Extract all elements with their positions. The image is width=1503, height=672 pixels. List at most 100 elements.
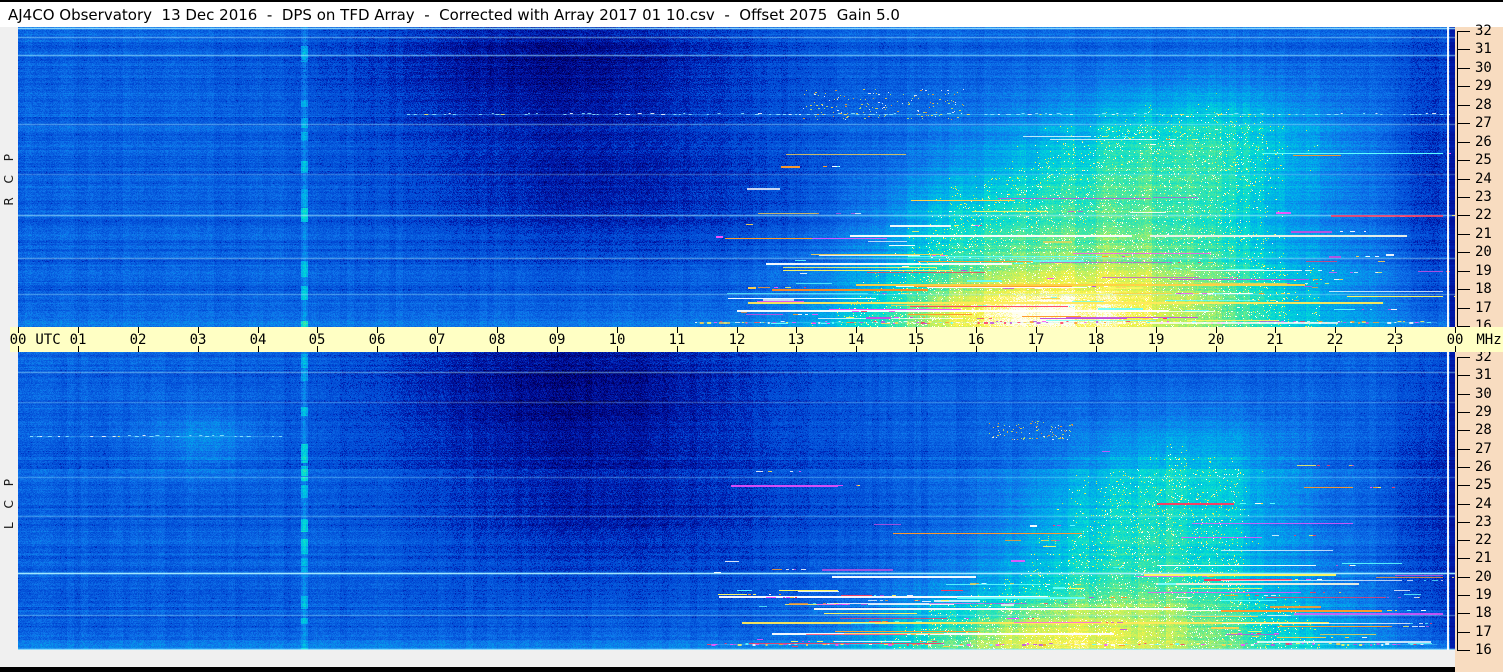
polarization-label-lcp: L C P — [0, 352, 18, 650]
lcp-label-text: L C P — [2, 473, 16, 529]
hour-label: 02 — [129, 332, 147, 348]
freq-tick — [1457, 412, 1470, 413]
hour-label: 22 — [1326, 332, 1344, 348]
freq-tick — [1457, 142, 1470, 143]
freq-tick-label: 26 — [1475, 459, 1492, 475]
freq-tick — [1457, 595, 1470, 596]
hour-label: 15 — [907, 332, 925, 348]
freq-tick — [1457, 68, 1470, 69]
rcp-spectrogram-heatmap — [18, 27, 1455, 327]
hour-label: 18 — [1087, 332, 1105, 348]
hour-label: 06 — [368, 332, 386, 348]
freq-tick-label: 20 — [1475, 569, 1492, 585]
freq-tick-label: 20 — [1475, 244, 1492, 260]
freq-tick-label: 22 — [1475, 532, 1492, 548]
freq-tick-label: 19 — [1475, 263, 1492, 279]
freq-tick — [1457, 179, 1470, 180]
hour-label: 17 — [1027, 332, 1045, 348]
freq-tick — [1457, 430, 1470, 431]
freq-tick — [1457, 394, 1470, 395]
bottom-margin — [0, 650, 1455, 667]
freq-tick — [1457, 252, 1470, 253]
freq-tick-label: 28 — [1475, 97, 1492, 113]
freq-tick-label: 23 — [1475, 189, 1492, 205]
freq-tick-label: 22 — [1475, 207, 1492, 223]
freq-tick-label: 29 — [1475, 78, 1492, 94]
hour-label: 00 — [1446, 332, 1464, 348]
bottom-border-bar — [0, 667, 1455, 672]
freq-tick — [1457, 234, 1470, 235]
hour-label: 10 — [608, 332, 626, 348]
hour-label: 03 — [189, 332, 207, 348]
freq-tick — [1457, 197, 1470, 198]
freq-tick — [1457, 577, 1470, 578]
freq-tick — [1457, 485, 1470, 486]
freq-tick-label: 24 — [1475, 171, 1492, 187]
freq-tick — [1457, 31, 1470, 32]
hour-label: 11 — [668, 332, 686, 348]
hour-label: 13 — [787, 332, 805, 348]
hour-label: 05 — [308, 332, 326, 348]
spectrograph-page: AJ4CO Observatory 13 Dec 2016 - DPS on T… — [0, 0, 1503, 672]
freq-tick-label: 24 — [1475, 496, 1492, 512]
freq-tick — [1457, 504, 1470, 505]
hour-label: 09 — [548, 332, 566, 348]
freq-tick — [1457, 86, 1470, 87]
freq-tick — [1457, 632, 1470, 633]
rcp-label-text: R C P — [2, 148, 16, 206]
freq-tick-label: 19 — [1475, 587, 1492, 603]
title-bar: AJ4CO Observatory 13 Dec 2016 - DPS on T… — [0, 0, 1503, 27]
hour-label: 14 — [847, 332, 865, 348]
freq-tick — [1457, 271, 1470, 272]
freq-tick — [1457, 308, 1470, 309]
freq-tick — [1457, 160, 1470, 161]
hour-label: 23 — [1386, 332, 1404, 348]
freq-tick-label: 16 — [1475, 642, 1492, 658]
freq-tick-label: 32 — [1475, 349, 1492, 365]
freq-tick-label: 25 — [1475, 477, 1492, 493]
hour-label: 19 — [1147, 332, 1165, 348]
freq-tick-label: 18 — [1475, 605, 1492, 621]
freq-tick-label: 17 — [1475, 300, 1492, 316]
observation-title: AJ4CO Observatory 13 Dec 2016 - DPS on T… — [8, 5, 900, 24]
freq-tick — [1457, 357, 1470, 358]
freq-tick — [1457, 558, 1470, 559]
freq-tick — [1457, 522, 1470, 523]
freq-tick-label: 21 — [1475, 226, 1492, 242]
freq-tick-label: 26 — [1475, 134, 1492, 150]
hour-label: 08 — [488, 332, 506, 348]
freq-tick-label: 32 — [1475, 23, 1492, 39]
freq-tick — [1457, 375, 1470, 376]
hour-label: 20 — [1207, 332, 1225, 348]
hour-label: 12 — [728, 332, 746, 348]
freq-tick — [1457, 289, 1470, 290]
freq-tick-label: 17 — [1475, 624, 1492, 640]
hour-label: 04 — [249, 332, 267, 348]
hour-label: 01 — [69, 332, 87, 348]
freq-tick-label: 30 — [1475, 386, 1492, 402]
freq-tick-label: 27 — [1475, 115, 1492, 131]
freq-tick-label: 23 — [1475, 514, 1492, 530]
utc-unit-label: UTC — [35, 332, 61, 348]
freq-tick-label: 28 — [1475, 422, 1492, 438]
freq-tick-label: 27 — [1475, 441, 1492, 457]
lcp-spectrogram-heatmap — [18, 352, 1455, 650]
hour-label: 00 — [9, 332, 27, 348]
freq-tick — [1457, 49, 1470, 50]
freq-tick-label: 18 — [1475, 281, 1492, 297]
freq-tick — [1457, 215, 1470, 216]
freq-tick-label: 29 — [1475, 404, 1492, 420]
time-axis: UTC MHz 00 01 02 03 04 05 06 07 08 09 10 11 12 13 14 15… — [10, 327, 1503, 352]
hour-label: 16 — [967, 332, 985, 348]
freq-tick-label: 30 — [1475, 60, 1492, 76]
freq-tick-label: 31 — [1475, 367, 1492, 383]
freq-tick — [1457, 650, 1470, 651]
hour-label: 07 — [428, 332, 446, 348]
freq-tick — [1457, 123, 1470, 124]
freq-tick — [1457, 613, 1470, 614]
freq-tick — [1457, 540, 1470, 541]
freq-tick-label: 21 — [1475, 550, 1492, 566]
polarization-label-rcp: R C P — [0, 27, 18, 327]
freq-tick-label: 25 — [1475, 152, 1492, 168]
freq-tick — [1457, 105, 1470, 106]
